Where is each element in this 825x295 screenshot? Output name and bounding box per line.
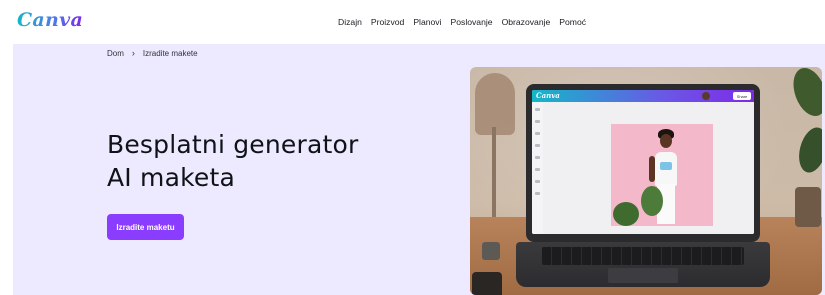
sidebar-icon <box>535 144 540 147</box>
breadcrumb-home-link[interactable]: Dom <box>107 49 124 58</box>
tshirt-print <box>660 162 672 170</box>
editor-sidebar <box>532 102 543 234</box>
page-title-line-2: AI maketa <box>107 163 235 192</box>
canva-editor-screen: Canva Share <box>532 90 754 234</box>
sidebar-icon <box>535 168 540 171</box>
editor-canvas-area <box>543 102 754 234</box>
page-title: Besplatni generator AI maketa <box>107 128 358 194</box>
nav-item-planovi[interactable]: Planovi <box>413 17 441 27</box>
sidebar-icon <box>535 132 540 135</box>
sidebar-icon <box>535 108 540 111</box>
nav-item-dizajn[interactable]: Dizajn <box>338 17 362 27</box>
breadcrumb: Dom › Izradite makete <box>107 48 198 58</box>
editor-logo: Canva <box>536 91 560 100</box>
top-navigation-bar: Canva Dizajn Proizvod Planovi Poslovanje… <box>0 0 825 44</box>
hero-laptop-image: Canva Share <box>470 67 822 295</box>
chevron-right-icon: › <box>131 48 135 58</box>
canva-logo[interactable]: Canva <box>17 9 83 31</box>
hero-section: Dom › Izradite makete Besplatni generato… <box>13 44 825 295</box>
design-mockup-photo <box>611 124 713 226</box>
plant-pot <box>795 187 821 227</box>
sidebar-icon <box>535 192 540 195</box>
monstera-leaf <box>613 202 639 226</box>
desk-mug <box>472 272 502 295</box>
laptop-keyboard <box>542 247 744 265</box>
sidebar-icon <box>535 156 540 159</box>
model-head <box>660 134 672 148</box>
laptop-trackpad <box>608 268 678 283</box>
desk-cup <box>482 242 500 260</box>
lamp-shade <box>475 73 515 135</box>
lamp-stem <box>492 127 496 219</box>
sidebar-icon <box>535 120 540 123</box>
nav-item-poslovanje[interactable]: Poslovanje <box>451 17 493 27</box>
editor-avatar <box>702 92 710 100</box>
sidebar-icon <box>535 180 540 183</box>
nav-item-proizvod[interactable]: Proizvod <box>371 17 404 27</box>
nav-item-obrazovanje[interactable]: Obrazovanje <box>502 17 551 27</box>
nav-item-pomoc[interactable]: Pomoć <box>559 17 586 27</box>
page-title-line-1: Besplatni generator <box>107 130 359 159</box>
editor-top-bar: Canva Share <box>532 90 754 102</box>
main-nav: Dizajn Proizvod Planovi Poslovanje Obraz… <box>338 17 586 27</box>
editor-share-button: Share <box>733 92 751 100</box>
breadcrumb-current: Izradite makete <box>142 48 198 58</box>
create-mockup-button[interactable]: Izradite maketu <box>107 214 184 240</box>
monstera-leaf <box>641 186 663 216</box>
